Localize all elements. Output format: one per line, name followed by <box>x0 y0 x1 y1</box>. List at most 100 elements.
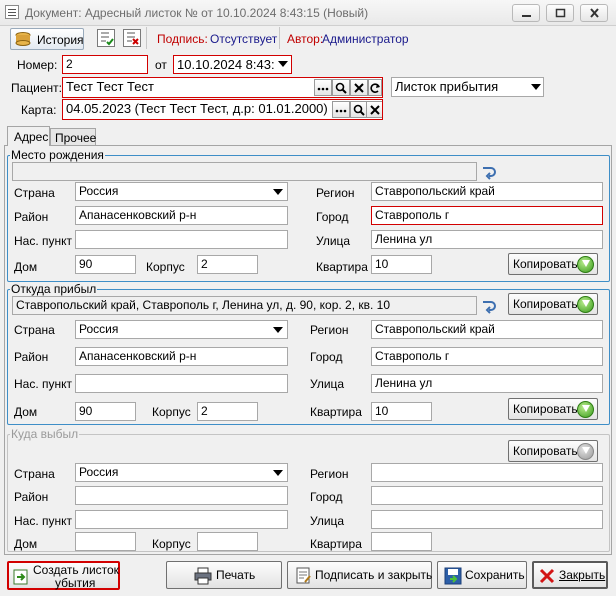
birth-country-label: Страна <box>14 186 55 200</box>
print-label: Печать <box>216 568 256 582</box>
departed-region-field[interactable] <box>371 463 603 482</box>
clear-icon <box>370 105 380 115</box>
birth-city-label: Город <box>316 210 349 224</box>
departed-settlement-field[interactable] <box>75 510 288 529</box>
patient-field[interactable]: Тест Тест Тест <box>62 77 383 98</box>
toolbar-divider <box>279 27 280 49</box>
remove-doc-icon <box>127 32 139 45</box>
departed-copy-button[interactable]: Копировать <box>508 440 598 462</box>
arrived-district-field[interactable]: Апанасенковский р-н <box>75 347 288 366</box>
departed-city-field[interactable] <box>371 486 603 505</box>
document-app-icon <box>5 5 19 19</box>
arrived-house-field[interactable]: 90 <box>75 402 136 421</box>
number-label: Номер: <box>17 58 58 72</box>
toolbar-divider <box>146 27 147 49</box>
birth-district-field[interactable]: Апанасенковский р-н <box>75 206 288 225</box>
patient-select-button[interactable] <box>314 79 332 96</box>
birth-place-title: Место рождения <box>10 148 105 162</box>
maximize-icon <box>555 8 566 18</box>
arrow-down-icon <box>577 256 594 273</box>
departed-street-field[interactable] <box>371 510 603 529</box>
create-doc-icon <box>13 569 28 585</box>
birth-house-field[interactable]: 90 <box>75 255 136 274</box>
create-departure-label-line2: убытия <box>55 576 96 590</box>
arrived-settlement-field[interactable] <box>75 374 288 393</box>
birth-flat-field[interactable]: 10 <box>371 255 432 274</box>
save-label: Сохранить <box>465 568 525 582</box>
arrived-street-field[interactable]: Ленина ул <box>371 374 603 393</box>
arrow-down-icon <box>577 296 594 313</box>
close-label: Закрыть <box>559 568 606 582</box>
tab-other-label: Прочее <box>55 131 97 145</box>
patient-search-button[interactable] <box>332 79 350 96</box>
arrived-flat-field[interactable]: 10 <box>371 402 432 421</box>
window-close-button[interactable] <box>580 4 608 22</box>
sign-doc-icon <box>296 567 311 584</box>
doc-type-value: Листок прибытия <box>395 79 499 94</box>
date-field[interactable]: 10.10.2024 8:43: <box>173 55 292 74</box>
departed-flat-field[interactable] <box>371 532 432 551</box>
window-title: Документ: Адресный листок № от 10.10.202… <box>25 6 369 20</box>
birth-copy-button[interactable]: Копировать <box>508 253 598 275</box>
card-select-button[interactable] <box>332 101 350 118</box>
history-label: История <box>37 33 84 47</box>
close-button[interactable]: Закрыть <box>532 561 608 589</box>
card-field[interactable]: 04.05.2023 (Тест Тест Тест, д.р: 01.01.2… <box>62 99 383 120</box>
birth-region-field[interactable]: Ставропольский край <box>371 182 603 201</box>
number-field[interactable]: 2 <box>62 55 148 74</box>
arrived-house-label: Дом <box>14 405 38 419</box>
patient-clear-button[interactable] <box>350 79 368 96</box>
arrived-building-field[interactable]: 2 <box>197 402 258 421</box>
arrived-copy-top-button[interactable]: Копировать <box>508 293 598 315</box>
doc-type-select[interactable]: Листок прибытия <box>391 77 544 97</box>
departed-building-field[interactable] <box>197 532 258 551</box>
arrived-street-label: Улица <box>310 377 345 391</box>
maximize-button[interactable] <box>546 4 574 22</box>
chevron-down-icon <box>278 61 288 67</box>
departed-house-field[interactable] <box>75 532 136 551</box>
author-label: Автор: <box>287 32 324 46</box>
history-button[interactable]: История <box>10 28 84 50</box>
close-icon <box>539 568 555 584</box>
birth-city-field[interactable]: Ставрополь г <box>371 206 603 225</box>
print-button[interactable]: Печать <box>166 561 282 589</box>
expand-arrow-icon[interactable] <box>480 296 498 314</box>
birth-settlement-field[interactable] <box>75 230 288 249</box>
birth-street-field[interactable]: Ленина ул <box>371 230 603 249</box>
card-label: Карта: <box>21 103 57 117</box>
arrived-country-select[interactable]: Россия <box>75 320 288 339</box>
card-clear-button[interactable] <box>366 101 382 118</box>
patient-refresh-button[interactable] <box>368 79 382 96</box>
author-value: Администратор <box>322 32 409 46</box>
sign-close-button[interactable]: Подписать и закрыть <box>287 561 432 589</box>
sign-doc-button[interactable] <box>97 29 115 47</box>
departed-district-field[interactable] <box>75 486 288 505</box>
birth-building-field[interactable]: 2 <box>197 255 258 274</box>
tab-other[interactable]: Прочее <box>50 128 96 145</box>
minimize-button[interactable] <box>512 4 540 22</box>
arrived-country-value: Россия <box>79 322 119 336</box>
save-button[interactable]: Сохранить <box>437 561 527 589</box>
departed-to-title: Куда выбыл <box>10 427 80 441</box>
arrived-from-title: Откуда прибыл <box>10 282 98 296</box>
create-departure-button[interactable]: Создать листок убытия <box>7 561 120 590</box>
arrived-city-field[interactable]: Ставрополь г <box>371 347 603 366</box>
departed-flat-label: Квартира <box>310 537 362 551</box>
arrived-building-label: Корпус <box>152 405 191 419</box>
expand-arrow-icon[interactable] <box>480 162 498 180</box>
arrived-copy-top-label: Копировать <box>513 297 578 311</box>
unsign-doc-button[interactable] <box>123 29 141 47</box>
check-doc-icon <box>101 32 114 46</box>
clear-icon <box>354 83 364 93</box>
tab-address[interactable]: Адрес <box>7 126 50 146</box>
arrow-down-icon <box>577 443 594 460</box>
arrived-region-field[interactable]: Ставропольский край <box>371 320 603 339</box>
arrived-copy-label: Копировать <box>513 402 578 416</box>
birth-country-select[interactable]: Россия <box>75 182 288 201</box>
minimize-icon <box>522 15 531 17</box>
date-dropdown[interactable] <box>275 56 291 73</box>
arrow-down-icon <box>577 401 594 418</box>
sign-status: Отсутствует <box>210 32 278 46</box>
departed-country-select[interactable]: Россия <box>75 463 288 482</box>
arrived-copy-button[interactable]: Копировать <box>508 398 598 420</box>
